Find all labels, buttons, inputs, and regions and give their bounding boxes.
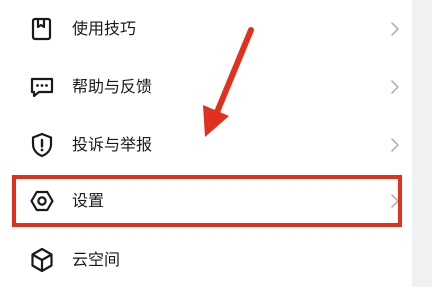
chat-bubble-icon bbox=[28, 73, 56, 101]
chevron-right-icon bbox=[390, 20, 400, 38]
bookmark-page-icon bbox=[28, 15, 56, 43]
settings-highlight-box bbox=[12, 175, 402, 227]
menu-item-label: 投诉与举报 bbox=[72, 135, 153, 154]
cloud-cube-icon bbox=[28, 246, 56, 274]
page-edge-background bbox=[410, 0, 432, 287]
chevron-right-icon bbox=[390, 136, 400, 154]
pointer-arrow-icon bbox=[195, 25, 265, 140]
menu-item-label: 帮助与反馈 bbox=[72, 77, 153, 96]
menu-item-cloud-space[interactable]: 云空间 bbox=[0, 231, 412, 289]
menu-item-label: 使用技巧 bbox=[72, 19, 137, 38]
shield-alert-icon bbox=[28, 131, 56, 159]
chevron-right-icon bbox=[390, 78, 400, 96]
menu-item-label: 云空间 bbox=[72, 250, 121, 269]
